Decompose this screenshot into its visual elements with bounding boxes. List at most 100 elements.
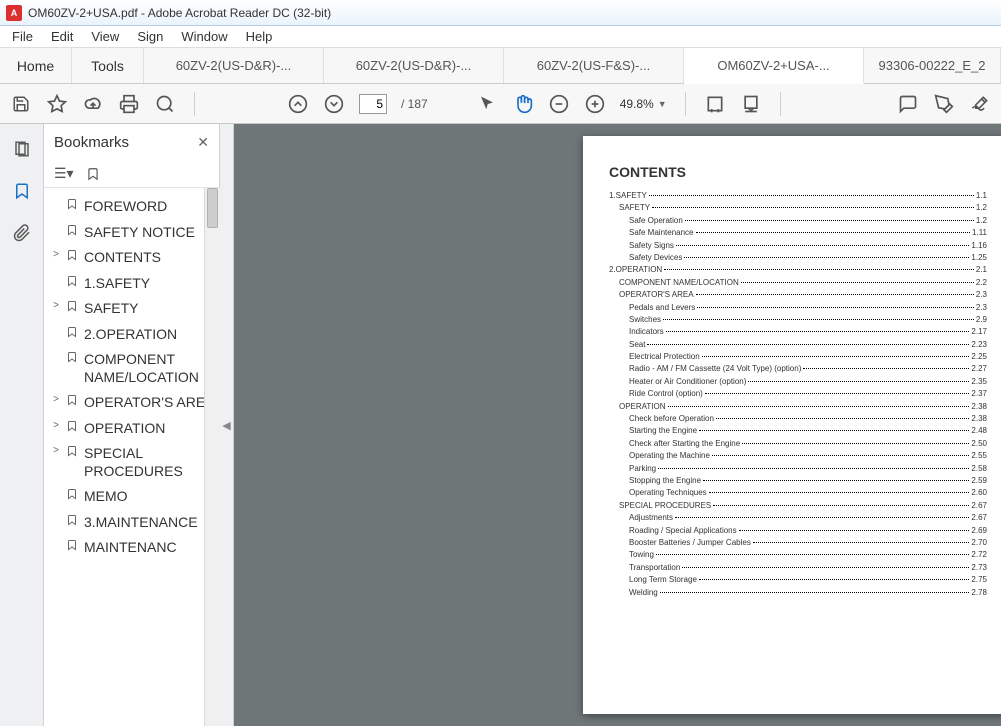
- expand-icon[interactable]: >: [50, 249, 62, 262]
- star-icon[interactable]: [46, 93, 68, 115]
- main-area: Bookmarks ✕ ☰▾ FOREWORDSAFETY NOTICE>CON…: [0, 124, 1001, 726]
- attachments-icon[interactable]: [11, 222, 33, 244]
- tab-home[interactable]: Home: [0, 48, 72, 83]
- menu-bar: File Edit View Sign Window Help: [0, 26, 1001, 48]
- fit-width-icon[interactable]: [704, 93, 726, 115]
- toc-title: Operating the Machine: [629, 450, 710, 462]
- toc-title: Indicators: [629, 326, 664, 338]
- toc-entry: Ride Control (option)2.37: [609, 388, 987, 400]
- bookmark-item[interactable]: 2.OPERATION: [46, 322, 219, 348]
- thumbnails-icon[interactable]: [11, 138, 33, 160]
- bookmark-label: SAFETY NOTICE: [84, 224, 217, 242]
- expand-icon[interactable]: >: [50, 420, 62, 433]
- toc-entry: Transportation2.73: [609, 562, 987, 574]
- zoom-in-icon[interactable]: [584, 93, 606, 115]
- bookmark-item[interactable]: MAINTENANC: [46, 535, 219, 561]
- bookmark-label: SAFETY: [84, 300, 217, 318]
- bookmark-label: CONTENTS: [84, 249, 217, 267]
- doc-tab-4[interactable]: 93306-00222_E_2: [864, 48, 1001, 83]
- toc-page: 2.55: [971, 450, 987, 462]
- bookmarks-tools: ☰▾: [44, 160, 219, 188]
- sign-icon[interactable]: [969, 93, 991, 115]
- bookmarks-icon[interactable]: [11, 180, 33, 202]
- menu-window[interactable]: Window: [173, 27, 235, 46]
- menu-help[interactable]: Help: [238, 27, 281, 46]
- bookmark-item[interactable]: > SAFETY: [46, 296, 219, 322]
- toc-title: OPERATOR'S AREA: [619, 289, 694, 301]
- fit-page-icon[interactable]: [740, 93, 762, 115]
- doc-tab-3[interactable]: OM60ZV-2+USA-...: [684, 48, 864, 84]
- bookmark-label: FOREWORD: [84, 198, 217, 216]
- bookmark-item[interactable]: 1.SAFETY: [46, 271, 219, 297]
- toc-title: Starting the Engine: [629, 425, 697, 437]
- toc-title: 2.OPERATION: [609, 264, 662, 276]
- toc-title: Check before Operation: [629, 413, 714, 425]
- toc-page: 2.59: [971, 475, 987, 487]
- page-down-icon[interactable]: [323, 93, 345, 115]
- expand-icon[interactable]: >: [50, 394, 62, 407]
- menu-view[interactable]: View: [83, 27, 127, 46]
- tab-tools[interactable]: Tools: [72, 48, 144, 83]
- hand-icon[interactable]: [512, 93, 534, 115]
- cloud-icon[interactable]: [82, 93, 104, 115]
- comment-icon[interactable]: [897, 93, 919, 115]
- toc-title: Switches: [629, 314, 661, 326]
- highlight-icon[interactable]: [933, 93, 955, 115]
- toc-page: 2.38: [971, 413, 987, 425]
- bookmark-item[interactable]: 3.MAINTENANCE: [46, 510, 219, 536]
- expand-icon[interactable]: >: [50, 445, 62, 458]
- zoom-select[interactable]: 49.8%▼: [620, 97, 667, 111]
- close-icon[interactable]: ✕: [197, 134, 209, 151]
- toolbar: / 187 49.8%▼: [0, 84, 1001, 124]
- page-number-input[interactable]: [359, 94, 387, 114]
- bookmark-item[interactable]: MEMO: [46, 484, 219, 510]
- toc-entry: Booster Batteries / Jumper Cables2.70: [609, 537, 987, 549]
- toc-title: Towing: [629, 549, 654, 561]
- toc-title: OPERATION: [619, 401, 666, 413]
- toc-entry: Check before Operation 2.38: [609, 413, 987, 425]
- bm-options-icon[interactable]: ☰▾: [54, 165, 74, 182]
- bookmarks-list[interactable]: FOREWORDSAFETY NOTICE>CONTENTS1.SAFETY>S…: [44, 188, 219, 726]
- toc-title: Roading / Special Applications: [629, 525, 737, 537]
- doc-tab-0[interactable]: 60ZV-2(US-D&R)-...: [144, 48, 324, 83]
- toc-page: 2.37: [971, 388, 987, 400]
- toc-entry: Long Term Storage2.75: [609, 574, 987, 586]
- bookmark-glyph-icon: [66, 198, 80, 210]
- toc-entry: OPERATOR'S AREA2.3: [609, 289, 987, 301]
- toc-entry: Stopping the Engine2.59: [609, 475, 987, 487]
- panel-splitter[interactable]: ◀: [220, 124, 234, 726]
- bookmark-item[interactable]: SAFETY NOTICE: [46, 220, 219, 246]
- doc-tab-2[interactable]: 60ZV-2(US-F&S)-...: [504, 48, 684, 83]
- bm-new-icon[interactable]: [86, 167, 100, 181]
- bookmark-item[interactable]: COMPONENT NAME/LOCATION: [46, 347, 219, 390]
- bookmark-label: 2.OPERATION: [84, 326, 217, 344]
- toc-page: 2.38: [971, 401, 987, 413]
- doc-tab-1[interactable]: 60ZV-2(US-D&R)-...: [324, 48, 504, 83]
- bookmark-item[interactable]: > CONTENTS: [46, 245, 219, 271]
- toc-entry: Heater or Air Conditioner (option)2.35: [609, 376, 987, 388]
- bookmark-glyph-icon: [66, 275, 80, 287]
- menu-edit[interactable]: Edit: [43, 27, 81, 46]
- search-icon[interactable]: [154, 93, 176, 115]
- toc-title: Check after Starting the Engine: [629, 438, 740, 450]
- zoom-out-icon[interactable]: [548, 93, 570, 115]
- toc-page: 2.73: [971, 562, 987, 574]
- toc-title: COMPONENT NAME/LOCATION: [619, 277, 739, 289]
- pointer-icon[interactable]: [476, 93, 498, 115]
- save-icon[interactable]: [10, 93, 32, 115]
- expand-icon[interactable]: >: [50, 300, 62, 313]
- bookmark-item[interactable]: >SPECIAL PROCEDURES: [46, 441, 219, 484]
- page-up-icon[interactable]: [287, 93, 309, 115]
- toc-title: Parking: [629, 463, 656, 475]
- toc-title: Safety Signs: [629, 240, 674, 252]
- print-icon[interactable]: [118, 93, 140, 115]
- menu-sign[interactable]: Sign: [129, 27, 171, 46]
- toc-title: Electrical Protection: [629, 351, 700, 363]
- bookmark-item[interactable]: >OPERATOR'S AREA: [46, 390, 219, 416]
- bookmarks-scrollbar[interactable]: [204, 188, 220, 726]
- toc-title: Seat: [629, 339, 645, 351]
- document-viewport[interactable]: CONTENTS 1.SAFETY1.1SAFETY1.2Safe Operat…: [234, 124, 1001, 726]
- bookmark-item[interactable]: FOREWORD: [46, 194, 219, 220]
- menu-file[interactable]: File: [4, 27, 41, 46]
- bookmark-item[interactable]: >OPERATION: [46, 416, 219, 442]
